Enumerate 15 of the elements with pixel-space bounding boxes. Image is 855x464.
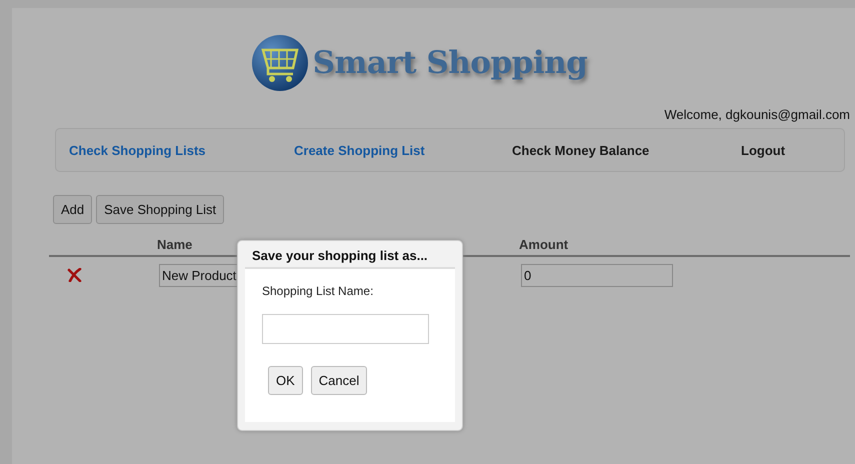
logo-text: Smart Shopping — [312, 45, 588, 81]
column-header: Amount — [519, 236, 570, 252]
list-name-field[interactable] — [262, 314, 429, 344]
dialog-button[interactable]: OK — [268, 366, 303, 395]
column-header: Name — [157, 236, 194, 252]
welcome-text: Welcome, dgkounis@gmail.com — [664, 107, 850, 122]
toolbar-button[interactable]: Add — [53, 195, 92, 224]
nav-link[interactable]: Check Money Balance — [512, 142, 741, 158]
dialog-button[interactable]: Cancel — [310, 366, 368, 395]
amount-field[interactable]: 0 — [521, 264, 673, 286]
delete-icon[interactable] — [67, 268, 83, 282]
toolbar-button[interactable]: Save Shopping List — [96, 195, 224, 224]
field-label: Shopping List Name: — [262, 284, 374, 298]
cart-logo-icon — [250, 34, 309, 92]
nav-link[interactable]: Logout — [741, 142, 786, 158]
